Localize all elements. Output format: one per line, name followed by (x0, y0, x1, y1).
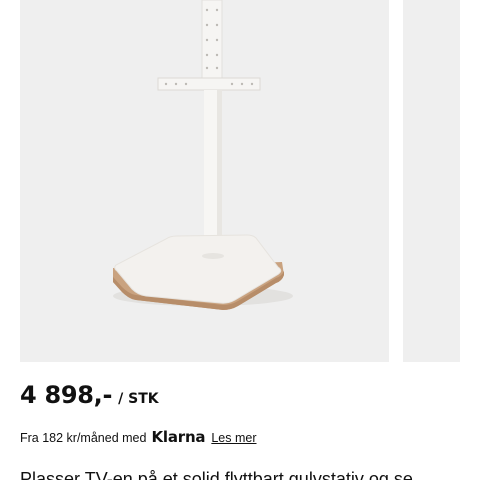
product-image[interactable] (20, 0, 389, 362)
tv-stand-illustration (113, 0, 293, 310)
read-more-link[interactable]: Les mer (211, 431, 256, 445)
klarna-logo: Klarna (151, 428, 206, 446)
financing-row: Fra 182 kr/måned med Klarna Les mer (20, 428, 257, 446)
mounting-plate (201, 0, 223, 87)
image-carousel[interactable] (0, 0, 480, 362)
price-unit: / STK (118, 391, 159, 407)
horizontal-bracket (157, 77, 261, 91)
product-description: Plasser TV-en på et solid flyttbart gulv… (20, 469, 413, 480)
product-page: 4 898,- / STK Fra 182 kr/måned med Klarn… (0, 0, 480, 480)
price: 4 898,- (20, 381, 113, 409)
price-row: 4 898,- / STK (20, 381, 159, 409)
financing-text: Fra 182 kr/måned med (20, 431, 147, 445)
next-image-preview[interactable] (403, 0, 460, 362)
